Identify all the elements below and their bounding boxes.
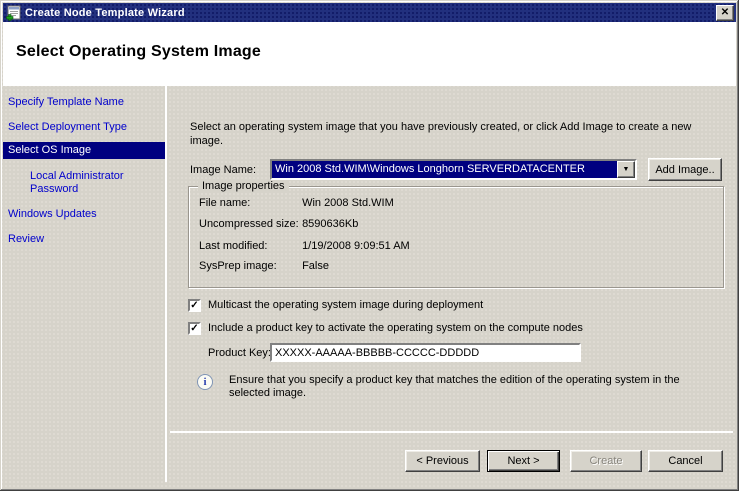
close-icon: ✕ (721, 8, 729, 18)
property-row-uncompressed-size: Uncompressed size: 8590636Kb (199, 218, 358, 230)
property-row-file-name: File name: Win 2008 Std.WIM (199, 197, 394, 209)
sidebar-separator (165, 86, 167, 482)
dropdown-arrow-button[interactable]: ▼ (617, 161, 635, 178)
image-name-label: Image Name: (190, 164, 256, 176)
sidebar-item-windows-updates[interactable]: Windows Updates (3, 208, 166, 221)
property-value: False (302, 260, 329, 272)
page-title: Select Operating System Image (16, 43, 261, 61)
include-product-key-checkbox-label: Include a product key to activate the op… (208, 322, 583, 335)
product-key-label: Product Key: (208, 347, 271, 359)
property-label: SysPrep image: (199, 260, 299, 272)
page-description: Select an operating system image that yo… (190, 120, 720, 148)
multicast-checkbox[interactable]: ✓ (188, 299, 201, 312)
sidebar-item-select-deployment-type[interactable]: Select Deployment Type (3, 121, 166, 134)
sidebar-item-review[interactable]: Review (3, 233, 166, 246)
property-value: Win 2008 Std.WIM (302, 197, 394, 209)
property-row-sysprep-image: SysPrep image: False (199, 260, 329, 272)
cancel-button[interactable]: Cancel (648, 450, 723, 472)
info-note-row: i Ensure that you specify a product key … (197, 374, 707, 400)
create-button: Create (570, 450, 642, 472)
product-key-checkbox-row: ✓ Include a product key to activate the … (188, 322, 583, 335)
window-title: Create Node Template Wizard (25, 7, 716, 19)
image-name-selected-value: Win 2008 Std.WIM\Windows Longhorn SERVER… (272, 161, 617, 178)
checkmark-icon: ✓ (190, 323, 198, 334)
image-properties-legend: Image properties (198, 180, 289, 192)
sidebar-item-specify-template-name[interactable]: Specify Template Name (3, 96, 166, 109)
image-properties-groupbox: Image properties File name: Win 2008 Std… (188, 186, 724, 288)
product-key-input[interactable] (270, 343, 581, 362)
property-row-last-modified: Last modified: 1/19/2008 9:09:51 AM (199, 240, 410, 252)
footer-separator (170, 431, 733, 433)
property-value: 8590636Kb (302, 218, 358, 230)
close-button[interactable]: ✕ (716, 5, 734, 21)
sidebar-item-select-os-image[interactable]: Select OS Image (3, 142, 166, 159)
image-name-dropdown[interactable]: Win 2008 Std.WIM\Windows Longhorn SERVER… (270, 159, 637, 180)
checkmark-icon: ✓ (190, 300, 198, 311)
wizard-window: Create Node Template Wizard ✕ Select Ope… (0, 0, 739, 491)
info-icon: i (197, 374, 213, 390)
property-label: Last modified: (199, 240, 299, 252)
wizard-steps-sidebar: Specify Template Name Select Deployment … (3, 86, 166, 246)
multicast-checkbox-label: Multicast the operating system image dur… (208, 299, 483, 312)
titlebar[interactable]: Create Node Template Wizard ✕ (3, 3, 736, 22)
include-product-key-checkbox[interactable]: ✓ (188, 322, 201, 335)
main-panel: Select an operating system image that yo… (170, 86, 736, 431)
wizard-page-header: Select Operating System Image (3, 22, 736, 86)
property-label: Uncompressed size: (199, 218, 299, 230)
chevron-down-icon: ▼ (623, 166, 630, 173)
sidebar-item-local-administrator-password[interactable]: Local Administrator Password (3, 170, 153, 196)
property-label: File name: (199, 197, 299, 209)
wizard-app-icon (5, 5, 21, 21)
multicast-checkbox-row: ✓ Multicast the operating system image d… (188, 299, 483, 312)
next-button[interactable]: Next > (487, 450, 560, 472)
property-value: 1/19/2008 9:09:51 AM (302, 240, 410, 252)
info-note-text: Ensure that you specify a product key th… (229, 374, 707, 400)
previous-button[interactable]: < Previous (405, 450, 480, 472)
add-image-button[interactable]: Add Image.. (648, 158, 722, 181)
